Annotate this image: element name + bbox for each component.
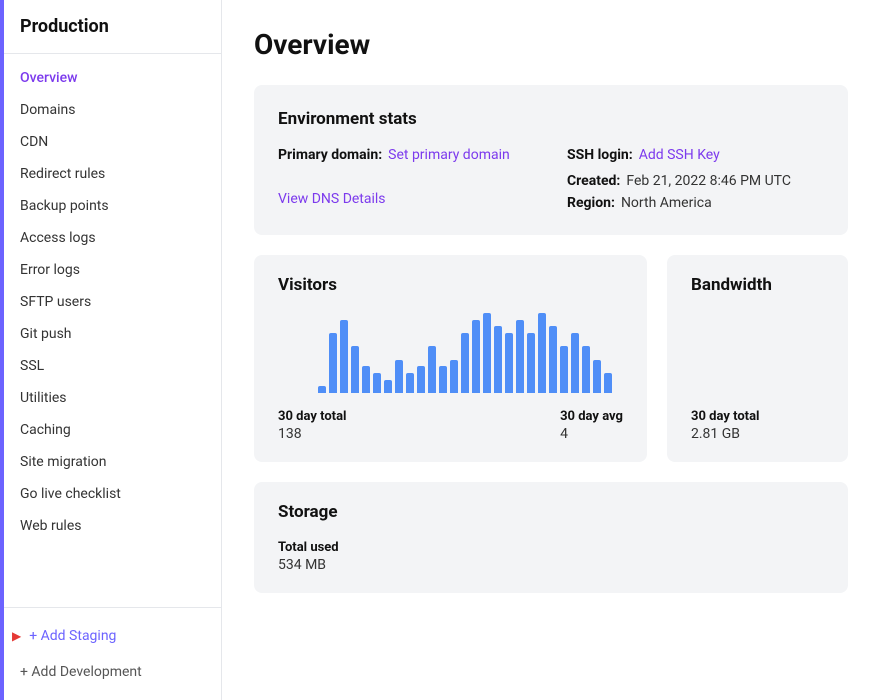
bandwidth-total-label: 30 day total xyxy=(691,409,824,424)
ssh-login-label: SSH login: xyxy=(567,147,633,163)
env-stats-grid: Primary domain: Set primary domain View … xyxy=(278,147,824,211)
sidebar-item-git-push[interactable]: Git push xyxy=(0,318,221,350)
bandwidth-title: Bandwidth xyxy=(691,275,824,295)
bar-chart-bar xyxy=(549,326,557,393)
primary-domain-label: Primary domain: xyxy=(278,147,382,163)
sidebar-item-domains[interactable]: Domains xyxy=(0,94,221,126)
visitors-total-label: 30 day total xyxy=(278,409,346,424)
add-ssh-key-link[interactable]: Add SSH Key xyxy=(639,147,720,163)
primary-domain-row: Primary domain: Set primary domain xyxy=(278,147,535,163)
sidebar-item-cdn[interactable]: CDN xyxy=(0,126,221,158)
add-development-button[interactable]: + Add Development xyxy=(0,654,221,690)
sidebar-production-label: Production xyxy=(0,0,221,54)
sidebar-item-caching[interactable]: Caching xyxy=(0,414,221,446)
add-development-label: + Add Development xyxy=(20,664,142,680)
add-staging-label: + Add Staging xyxy=(29,628,116,644)
sidebar-item-redirect-rules[interactable]: Redirect rules xyxy=(0,158,221,190)
staging-arrow-icon: ▶ xyxy=(12,629,21,643)
sidebar-item-ssl[interactable]: SSL xyxy=(0,350,221,382)
bar-chart-bar xyxy=(417,366,425,393)
region-value: North America xyxy=(621,195,712,211)
bar-chart-bar xyxy=(340,320,348,393)
bar-chart-bar xyxy=(373,373,381,393)
sidebar-navigation: OverviewDomainsCDNRedirect rulesBackup p… xyxy=(0,54,221,607)
bar-chart-bar xyxy=(571,333,579,393)
sidebar-item-error-logs[interactable]: Error logs xyxy=(0,254,221,286)
storage-card: Storage Total used 534 MB xyxy=(254,482,848,593)
bar-chart-bar xyxy=(593,360,601,393)
bandwidth-total: 30 day total 2.81 GB xyxy=(691,409,824,442)
bar-chart-bar xyxy=(384,380,392,393)
bar-chart-bar xyxy=(505,333,513,393)
add-staging-button[interactable]: ▶ + Add Staging xyxy=(0,618,221,654)
main-content: Overview Environment stats Primary domai… xyxy=(222,0,880,700)
visitors-avg-label: 30 day avg xyxy=(560,409,623,424)
bar-chart-bar xyxy=(527,333,535,393)
bandwidth-card: Bandwidth 30 day total 2.81 GB xyxy=(667,255,848,462)
visitors-total: 30 day total 138 xyxy=(278,409,346,442)
sidebar-item-sftp-users[interactable]: SFTP users xyxy=(0,286,221,318)
bar-chart-bar xyxy=(582,346,590,393)
sidebar-item-web-rules[interactable]: Web rules xyxy=(0,510,221,542)
created-value: Feb 21, 2022 8:46 PM UTC xyxy=(626,173,791,189)
storage-used-value: 534 MB xyxy=(278,557,824,573)
created-label: Created: xyxy=(567,173,620,189)
created-row: Created: Feb 21, 2022 8:46 PM UTC xyxy=(567,173,824,189)
ssh-login-row: SSH login: Add SSH Key xyxy=(567,147,824,163)
bar-chart-bar xyxy=(395,360,403,393)
sidebar-item-utilities[interactable]: Utilities xyxy=(0,382,221,414)
bar-chart-bar xyxy=(472,320,480,393)
stats-row: Visitors 30 day total 138 30 day avg 4 B… xyxy=(254,255,848,462)
visitors-card: Visitors 30 day total 138 30 day avg 4 xyxy=(254,255,647,462)
sidebar-item-overview[interactable]: Overview xyxy=(0,62,221,94)
bar-chart-bar xyxy=(560,346,568,393)
sidebar-item-go-live-checklist[interactable]: Go live checklist xyxy=(0,478,221,510)
visitors-bar-chart xyxy=(318,313,623,393)
bar-chart-bar xyxy=(450,360,458,393)
region-label: Region: xyxy=(567,195,615,211)
page-title: Overview xyxy=(254,28,848,61)
bar-chart-bar xyxy=(329,333,337,393)
bar-chart-bar xyxy=(516,320,524,393)
storage-used-label: Total used xyxy=(278,540,824,555)
sidebar-accent-bar xyxy=(0,0,4,700)
bar-chart-bar xyxy=(483,313,491,393)
bar-chart-bar xyxy=(439,366,447,393)
set-primary-domain-link[interactable]: Set primary domain xyxy=(388,147,510,163)
sidebar-add-section: ▶ + Add Staging + Add Development xyxy=(0,607,221,700)
visitors-avg-value: 4 xyxy=(560,426,623,442)
env-stats-left: Primary domain: Set primary domain View … xyxy=(278,147,535,211)
env-stats-right: SSH login: Add SSH Key Created: Feb 21, … xyxy=(567,147,824,211)
visitors-footer: 30 day total 138 30 day avg 4 xyxy=(278,409,623,442)
sidebar: Production OverviewDomainsCDNRedirect ru… xyxy=(0,0,222,700)
bar-chart-bar xyxy=(406,373,414,393)
bandwidth-total-value: 2.81 GB xyxy=(691,426,824,442)
region-row: Region: North America xyxy=(567,195,824,211)
storage-title: Storage xyxy=(278,502,824,522)
sidebar-item-access-logs[interactable]: Access logs xyxy=(0,222,221,254)
env-stats-title: Environment stats xyxy=(278,109,824,129)
bar-chart-bar xyxy=(494,326,502,393)
visitors-avg: 30 day avg 4 xyxy=(560,409,623,442)
storage-total-used: Total used 534 MB xyxy=(278,540,824,573)
bar-chart-bar xyxy=(461,333,469,393)
sidebar-item-backup-points[interactable]: Backup points xyxy=(0,190,221,222)
view-dns-details-link[interactable]: View DNS Details xyxy=(278,191,386,207)
sidebar-item-site-migration[interactable]: Site migration xyxy=(0,446,221,478)
bar-chart-bar xyxy=(428,346,436,393)
bar-chart-bar xyxy=(362,366,370,393)
bar-chart-bar xyxy=(318,386,326,393)
visitors-total-value: 138 xyxy=(278,426,346,442)
bar-chart-bar xyxy=(351,346,359,393)
bar-chart-bar xyxy=(604,373,612,393)
visitors-title: Visitors xyxy=(278,275,623,295)
bar-chart-bar xyxy=(538,313,546,393)
environment-stats-card: Environment stats Primary domain: Set pr… xyxy=(254,85,848,235)
